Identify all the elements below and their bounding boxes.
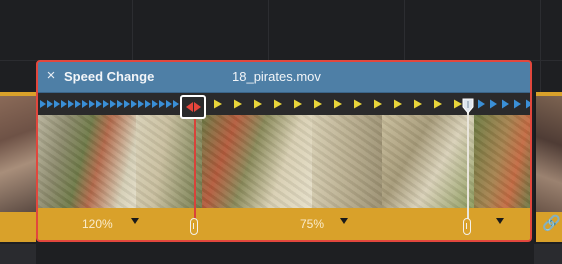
- speed-arrow-icon: [124, 100, 130, 108]
- clip-thumbnail: [536, 96, 562, 212]
- speed-arrow-icon: [478, 99, 485, 109]
- speed-arrow-icon: [502, 99, 509, 109]
- speed-arrow-icon: [145, 100, 151, 108]
- speed-arrow-track: [38, 93, 530, 115]
- speed-arrow-icon: [40, 100, 46, 108]
- speed-arrow-icon: [490, 99, 497, 109]
- speed-arrow-icon: [334, 99, 342, 109]
- chevron-down-icon[interactable]: [340, 218, 348, 224]
- speed-arrow-icon: [75, 100, 81, 108]
- clip-thumbnails: [38, 115, 530, 208]
- chevron-down-icon[interactable]: [131, 218, 139, 224]
- speed-arrow-icon: [103, 100, 109, 108]
- speed-arrow-icon: [96, 100, 102, 108]
- speed-arrow-icon: [89, 100, 95, 108]
- video-frame: [474, 115, 530, 208]
- speed-point-line: [467, 106, 469, 225]
- close-icon[interactable]: ×: [44, 68, 58, 84]
- speed-arrows: [40, 99, 530, 109]
- speed-arrow-icon: [214, 99, 222, 109]
- clip-header: × Speed Change 18_pirates.mov: [38, 62, 530, 93]
- speed-arrow-icon: [159, 100, 165, 108]
- frame-texture: [382, 115, 474, 208]
- speed-point-marker-icon[interactable]: [462, 98, 474, 114]
- speed-arrow-icon: [68, 100, 74, 108]
- speed-arrow-icon: [131, 100, 137, 108]
- ruler-grid-line: [540, 0, 541, 92]
- speed-arrow-icon: [274, 99, 282, 109]
- speed-label-segment-1: 120%: [82, 217, 113, 231]
- speed-point-handle[interactable]: [190, 218, 198, 235]
- video-frame: [312, 115, 382, 208]
- clip-thumbnail: [0, 96, 36, 212]
- speed-arrow-icon: [117, 100, 123, 108]
- chevron-down-icon[interactable]: [496, 218, 504, 224]
- clip-speed-strip: [0, 212, 36, 242]
- frame-texture: [38, 115, 136, 208]
- video-frame: [136, 115, 202, 208]
- speed-arrow-icon: [434, 99, 442, 109]
- speed-arrow-icon: [234, 99, 242, 109]
- speed-point-left-arrow-icon: [186, 102, 193, 112]
- speed-arrow-icon: [54, 100, 60, 108]
- speed-arrow-icon: [173, 100, 179, 108]
- clip-title: Speed Change: [64, 69, 155, 84]
- speed-arrow-icon: [314, 99, 322, 109]
- speed-point-handle[interactable]: [463, 218, 471, 235]
- lower-track: [534, 244, 562, 264]
- speed-arrow-icon: [354, 99, 362, 109]
- speed-arrow-icon: [61, 100, 67, 108]
- speed-arrow-icon: [526, 99, 530, 109]
- frame-texture: [136, 115, 202, 208]
- clip-filename: 18_pirates.mov: [232, 69, 321, 84]
- speed-arrow-icon: [82, 100, 88, 108]
- speed-arrow-icon: [414, 99, 422, 109]
- speed-change-clip[interactable]: × Speed Change 18_pirates.mov 120% 75%: [36, 60, 532, 242]
- speed-label-segment-2: 75%: [300, 217, 325, 231]
- speed-arrow-icon: [374, 99, 382, 109]
- speed-arrow-icon: [47, 100, 53, 108]
- link-icon[interactable]: 🔗: [542, 216, 561, 232]
- speed-arrow-icon: [138, 100, 144, 108]
- speed-point-right-arrow-icon: [194, 102, 201, 112]
- speed-arrow-icon: [454, 99, 462, 109]
- frame-texture: [474, 115, 530, 208]
- speed-arrow-icon: [254, 99, 262, 109]
- previous-clip[interactable]: [0, 92, 36, 242]
- video-frame: [202, 115, 312, 208]
- next-clip[interactable]: 🔗: [534, 92, 562, 242]
- speed-point-line: [194, 106, 196, 225]
- speed-arrow-icon: [152, 100, 158, 108]
- timeline-viewer: 🔗 × Speed Change 18_pirates.mov 120% 75%: [0, 0, 562, 264]
- frame-texture: [312, 115, 382, 208]
- speed-arrow-icon: [110, 100, 116, 108]
- speed-arrow-icon: [394, 99, 402, 109]
- speed-arrow-icon: [514, 99, 521, 109]
- speed-point-selected[interactable]: [180, 95, 206, 119]
- speed-arrow-icon: [294, 99, 302, 109]
- video-frame: [38, 115, 136, 208]
- speed-arrow-icon: [166, 100, 172, 108]
- lower-track: [0, 244, 36, 264]
- speed-strip: 120% 75%: [38, 208, 530, 240]
- frame-texture: [202, 115, 312, 208]
- video-frame: [382, 115, 474, 208]
